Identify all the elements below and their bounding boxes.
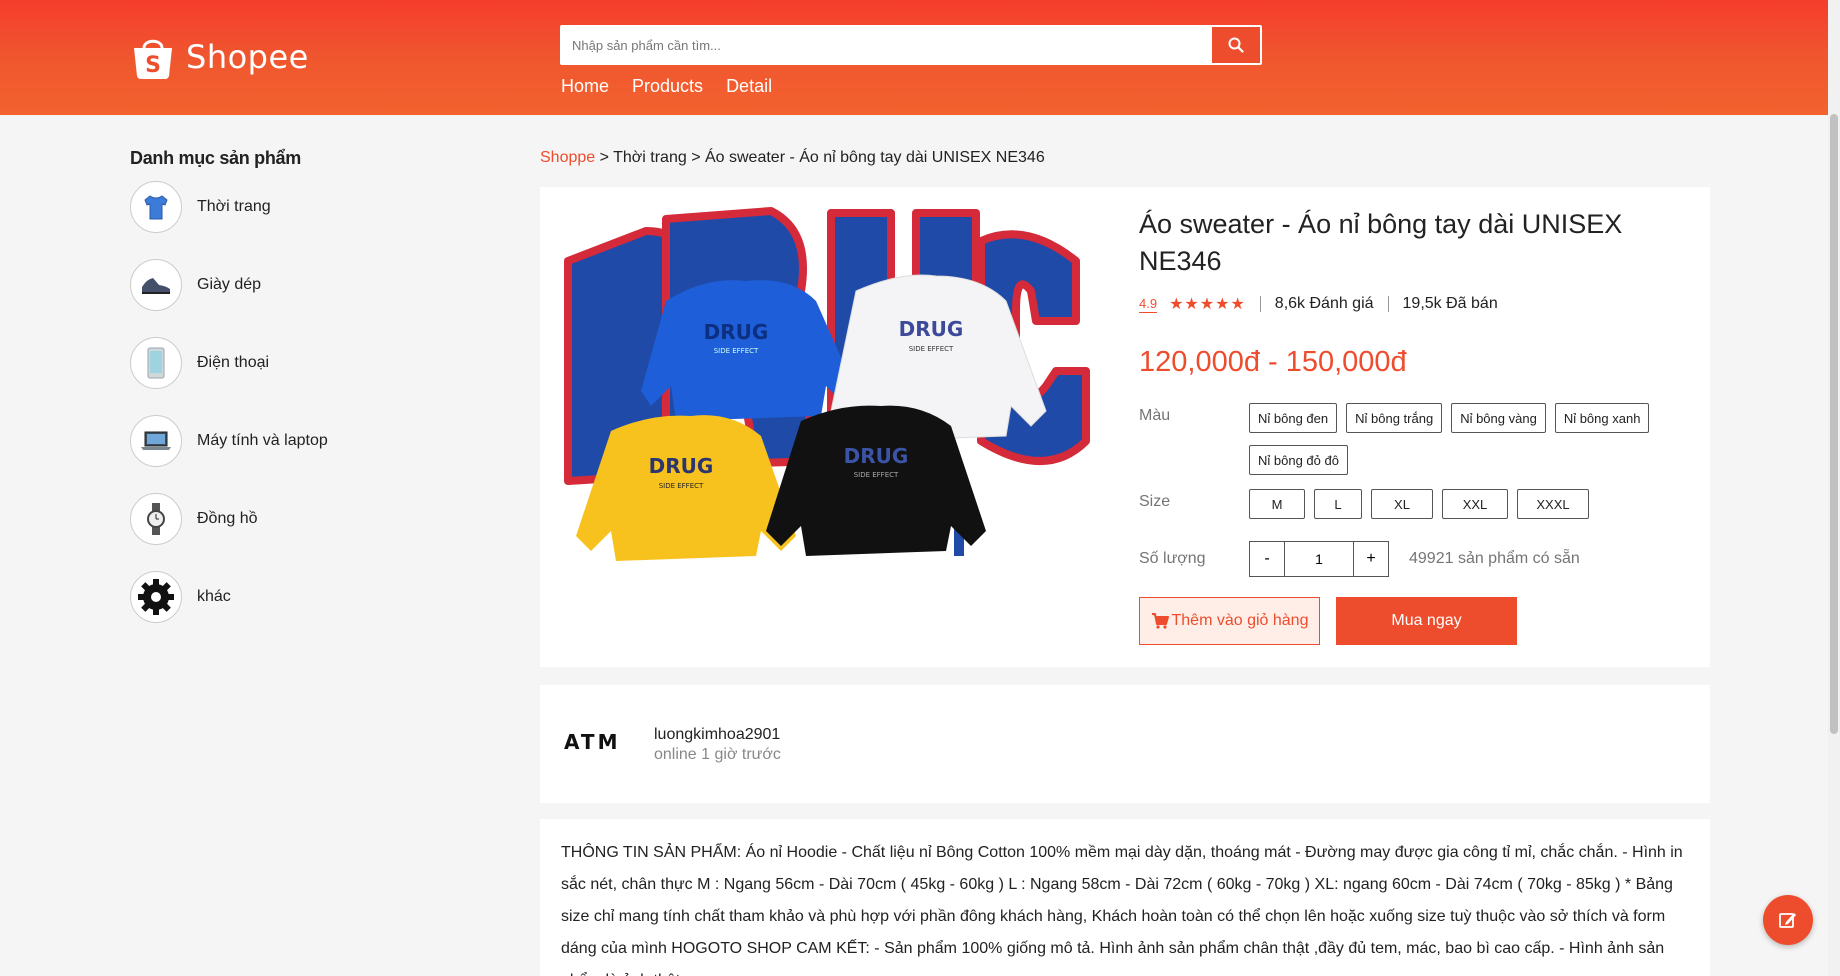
- sidebar-item-laptops[interactable]: Máy tính và laptop: [130, 415, 430, 467]
- stock-available: 49921 sản phẩm có sẵn: [1409, 550, 1580, 567]
- shoe-icon: [130, 259, 182, 311]
- product-price: 120,000đ - 150,000đ: [1139, 346, 1407, 378]
- quantity-label: Số lượng: [1139, 550, 1206, 567]
- svg-text:S: S: [145, 53, 161, 78]
- product-image[interactable]: DRUG SIDE EFFECT DRUG SIDE EFFECT DRUG S…: [556, 201, 1104, 621]
- shop-card: ATM luongkimhoa2901 online 1 giờ trước: [540, 685, 1710, 803]
- shopping-bag-icon: S: [134, 39, 172, 79]
- shop-online-status: online 1 giờ trước: [654, 746, 781, 763]
- color-option-yellow[interactable]: Nỉ bông vàng: [1451, 403, 1546, 433]
- product-description: THÔNG TIN SẢN PHẨM: Áo nỉ Hoodie - Chất …: [561, 844, 1683, 976]
- size-option-l[interactable]: L: [1314, 489, 1362, 519]
- color-option-white[interactable]: Nỉ bông trắng: [1346, 403, 1443, 433]
- watch-icon: [130, 493, 182, 545]
- sidebar-item-label: Đồng hồ: [197, 510, 258, 527]
- svg-text:SIDE EFFECT: SIDE EFFECT: [659, 482, 704, 490]
- svg-text:DRUG: DRUG: [704, 320, 769, 344]
- phone-icon: [130, 337, 182, 389]
- color-list: Nỉ bông đen Nỉ bông trắng Nỉ bông vàng N…: [1249, 403, 1669, 475]
- category-sidebar: Danh mục sản phẩm Thời trang Giày dép Đi…: [130, 148, 430, 649]
- edit-icon: [1779, 913, 1796, 928]
- search-button[interactable]: [1212, 27, 1260, 63]
- svg-text:DRUG: DRUG: [649, 454, 714, 478]
- star-rating-icon: ★★★★★: [1169, 296, 1246, 313]
- purchase-actions: Thêm vào giỏ hàng Mua ngay: [1139, 597, 1679, 645]
- quantity-stepper: - +: [1249, 541, 1389, 577]
- size-options: Size M L XL XXL XXXL: [1139, 489, 1679, 519]
- sidebar-item-fashion[interactable]: Thời trang: [130, 181, 430, 233]
- floating-edit-button[interactable]: [1763, 895, 1813, 945]
- product-info: Áo sweater - Áo nỉ bông tay dài UNISEX N…: [1139, 206, 1679, 645]
- page-scrollbar[interactable]: [1828, 0, 1840, 976]
- color-option-blue[interactable]: Nỉ bông xanh: [1554, 403, 1650, 433]
- rating-score[interactable]: 4.9: [1139, 296, 1158, 313]
- add-to-cart-button[interactable]: Thêm vào giỏ hàng: [1139, 597, 1320, 645]
- size-list: M L XL XXL XXXL: [1249, 489, 1669, 519]
- search-input[interactable]: [562, 27, 1212, 63]
- sidebar-title: Danh mục sản phẩm: [130, 148, 301, 168]
- top-header: S Shopee Home Products Detail: [0, 0, 1840, 115]
- size-option-xl[interactable]: XL: [1371, 489, 1433, 519]
- nav-detail[interactable]: Detail: [726, 76, 772, 97]
- description-card: THÔNG TIN SẢN PHẨM: Áo nỉ Hoodie - Chất …: [540, 819, 1710, 976]
- color-option-black[interactable]: Nỉ bông đen: [1249, 403, 1338, 433]
- product-title: Áo sweater - Áo nỉ bông tay dài UNISEX N…: [1139, 209, 1623, 276]
- shop-name[interactable]: luongkimhoa2901: [654, 726, 780, 744]
- add-to-cart-label: Thêm vào giỏ hàng: [1171, 612, 1309, 629]
- divider: [1259, 296, 1261, 312]
- quantity-input[interactable]: [1284, 542, 1354, 576]
- sidebar-item-others[interactable]: khác: [130, 571, 430, 623]
- quantity-increase-button[interactable]: +: [1354, 542, 1388, 576]
- sidebar-item-label: Điện thoại: [197, 354, 270, 371]
- search-icon: [1228, 37, 1244, 53]
- sidebar-item-label: khác: [197, 588, 231, 605]
- nav-home[interactable]: Home: [561, 76, 609, 97]
- nav-products[interactable]: Products: [632, 76, 703, 97]
- product-card: DRUG SIDE EFFECT DRUG SIDE EFFECT DRUG S…: [540, 187, 1710, 667]
- color-label: Màu: [1139, 407, 1171, 424]
- color-option-maroon[interactable]: Nỉ bông đỏ đô: [1249, 445, 1348, 475]
- svg-text:SIDE EFFECT: SIDE EFFECT: [714, 347, 759, 355]
- svg-text:SIDE EFFECT: SIDE EFFECT: [909, 345, 954, 353]
- gear-icon: [130, 571, 182, 623]
- svg-text:SIDE EFFECT: SIDE EFFECT: [854, 471, 899, 479]
- size-label: Size: [1139, 493, 1171, 510]
- svg-text:ATM: ATM: [564, 731, 620, 753]
- scrollbar-thumb[interactable]: [1830, 114, 1838, 734]
- size-option-xxl[interactable]: XXL: [1442, 489, 1508, 519]
- main-nav: Home Products Detail: [561, 76, 772, 97]
- sidebar-item-label: Máy tính và laptop: [197, 432, 328, 449]
- breadcrumb-path: > Thời trang > Áo sweater - Áo nỉ bông t…: [595, 149, 1045, 166]
- size-option-m[interactable]: M: [1249, 489, 1305, 519]
- quantity-row: Số lượng - + 49921 sản phẩm có sẵn: [1139, 541, 1679, 577]
- rating-row: 4.9 ★★★★★ 8,6k Đánh giá 19,5k Đã bán: [1139, 294, 1679, 314]
- buy-now-button[interactable]: Mua ngay: [1336, 597, 1517, 645]
- sidebar-item-label: Thời trang: [197, 198, 271, 215]
- shop-logo[interactable]: ATM: [564, 731, 636, 753]
- shirt-icon: [130, 181, 182, 233]
- review-count[interactable]: 8,6k Đánh giá: [1275, 295, 1374, 313]
- sold-count: 19,5k Đã bán: [1402, 295, 1498, 312]
- shopee-logo[interactable]: S Shopee: [130, 32, 309, 82]
- sidebar-item-watches[interactable]: Đồng hồ: [130, 493, 430, 545]
- svg-text:DRUG: DRUG: [899, 317, 964, 341]
- quantity-decrease-button[interactable]: -: [1250, 542, 1284, 576]
- color-options: Màu Nỉ bông đen Nỉ bông trắng Nỉ bông và…: [1139, 403, 1679, 475]
- sidebar-item-label: Giày dép: [197, 276, 262, 293]
- cart-icon: [1151, 613, 1169, 629]
- laptop-icon: [130, 415, 182, 467]
- breadcrumb-home[interactable]: Shoppe: [540, 149, 595, 166]
- sidebar-item-phones[interactable]: Điện thoại: [130, 337, 430, 389]
- brand-name: Shopee: [186, 38, 309, 76]
- divider: [1387, 296, 1389, 312]
- search-bar: [560, 25, 1262, 65]
- svg-text:DRUG: DRUG: [844, 444, 909, 468]
- breadcrumb: Shoppe > Thời trang > Áo sweater - Áo nỉ…: [540, 149, 1045, 167]
- size-option-xxxl[interactable]: XXXL: [1517, 489, 1589, 519]
- sidebar-item-shoes[interactable]: Giày dép: [130, 259, 430, 311]
